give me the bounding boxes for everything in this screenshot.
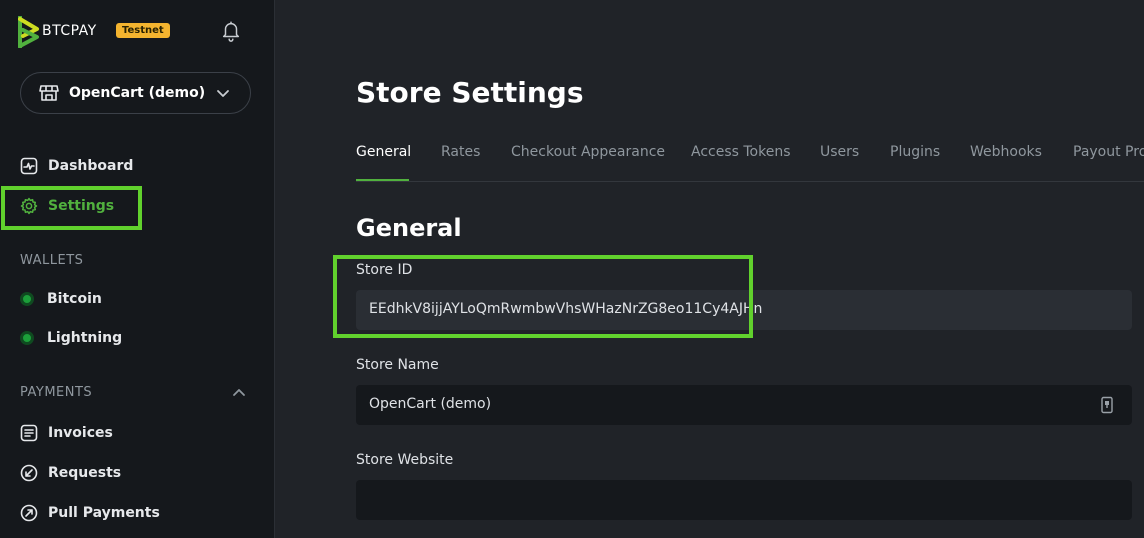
sidebar: BTCPAY Testnet OpenCart (demo) Dashboard… — [0, 0, 275, 538]
store-icon — [39, 85, 59, 101]
tab-general[interactable]: General — [356, 144, 411, 160]
dashboard-icon — [20, 157, 38, 175]
store-switcher[interactable]: OpenCart (demo) — [20, 72, 251, 114]
tab-plugins[interactable]: Plugins — [890, 144, 940, 160]
store-name-value: OpenCart (demo) — [369, 396, 492, 412]
tab-access-tokens[interactable]: Access Tokens — [691, 144, 791, 160]
brand-name: BTCPAY — [42, 23, 97, 39]
tab-rates[interactable]: Rates — [441, 144, 480, 160]
settings-highlight-box — [1, 186, 142, 230]
sidebar-item-pull-payments[interactable]: Pull Payments — [20, 501, 160, 525]
sidebar-item-label: Bitcoin — [47, 291, 102, 307]
btcpay-logo-icon — [18, 16, 39, 48]
store-switcher-label: OpenCart (demo) — [69, 85, 206, 101]
autofill-key-icon[interactable] — [1100, 396, 1114, 414]
tab-webhooks[interactable]: Webhooks — [970, 144, 1042, 160]
status-dot-icon — [20, 292, 34, 306]
store-name-label: Store Name — [356, 357, 439, 373]
sidebar-item-label: Requests — [48, 465, 122, 481]
wallets-section-label: WALLETS — [20, 253, 84, 268]
page-title: Store Settings — [356, 76, 584, 109]
store-id-highlight-box — [333, 255, 753, 338]
pull-payment-icon — [20, 504, 38, 522]
active-tab-indicator — [356, 179, 409, 181]
tab-users[interactable]: Users — [820, 144, 859, 160]
status-dot-icon — [20, 331, 34, 345]
settings-tabs: General Rates Checkout Appearance Access… — [356, 140, 1144, 182]
tab-checkout-appearance[interactable]: Checkout Appearance — [511, 144, 665, 160]
store-website-input[interactable] — [356, 480, 1132, 520]
sidebar-item-label: Lightning — [47, 330, 123, 346]
section-title: General — [356, 214, 462, 242]
store-name-input[interactable]: OpenCart (demo) — [356, 385, 1132, 425]
sidebar-item-bitcoin[interactable]: Bitcoin — [20, 287, 102, 311]
sidebar-item-dashboard[interactable]: Dashboard — [20, 154, 133, 178]
payments-section-label: PAYMENTS — [20, 385, 93, 400]
request-icon — [20, 464, 38, 482]
sidebar-item-label: Dashboard — [48, 158, 134, 174]
sidebar-item-invoices[interactable]: Invoices — [20, 421, 113, 445]
chevron-down-icon — [217, 90, 229, 97]
invoice-icon — [20, 424, 38, 442]
sidebar-item-lightning[interactable]: Lightning — [20, 326, 122, 350]
chevron-up-icon[interactable] — [232, 386, 246, 398]
testnet-badge: Testnet — [116, 23, 170, 38]
store-website-label: Store Website — [356, 452, 454, 468]
notifications-bell-icon[interactable] — [220, 20, 242, 42]
tab-payout-processors[interactable]: Payout Pro — [1073, 144, 1144, 160]
sidebar-item-label: Invoices — [48, 425, 113, 441]
sidebar-item-requests[interactable]: Requests — [20, 461, 121, 485]
sidebar-item-label: Pull Payments — [48, 505, 160, 521]
